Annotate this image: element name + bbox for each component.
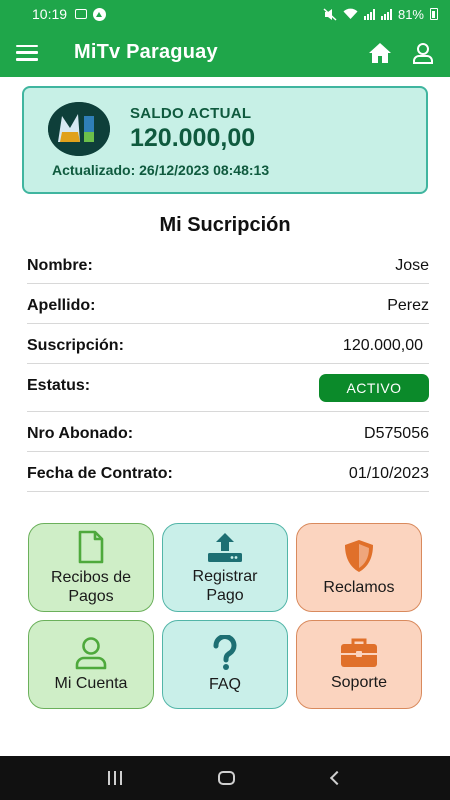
upload-icon: [208, 532, 242, 562]
app-bar: MiTv Paraguay: [0, 28, 450, 77]
shield-icon: [345, 540, 373, 572]
updated-timestamp: Actualizado: 26/12/2023 08:48:13: [52, 162, 270, 178]
mitv-logo: [48, 102, 110, 156]
status-bar: 10:19 81%: [0, 0, 450, 28]
balance-card: SALDO ACTUAL 120.000,00 Actualizado: 26/…: [22, 86, 428, 194]
question-icon: [213, 635, 237, 670]
recents-icon[interactable]: [108, 771, 123, 785]
tile-label: Registrar Pago: [192, 567, 258, 604]
briefcase-icon: [341, 638, 377, 667]
faq-button[interactable]: FAQ: [162, 620, 288, 709]
detail-label: Apellido:: [27, 297, 96, 314]
registrar-pago-button[interactable]: Registrar Pago: [162, 523, 288, 612]
tile-label: Mi Cuenta: [54, 675, 128, 692]
profile-icon[interactable]: [412, 42, 434, 64]
detail-label: Nro Abonado:: [27, 425, 134, 442]
app-screen: 10:19 81% MiTv Paraguay SALDO ACTUAL 120…: [0, 0, 450, 800]
status-time: 10:19: [32, 6, 68, 22]
detail-row-suscripcion: Suscripción: 120.000,00: [27, 324, 429, 364]
detail-value: 120.000,00: [342, 337, 423, 354]
detail-row-nro-abonado: Nro Abonado: D575056: [27, 412, 429, 452]
home-nav-icon[interactable]: [218, 771, 236, 785]
status-badge: ACTIVO: [319, 374, 429, 402]
signal-icon-2: [380, 8, 392, 20]
detail-label: Nombre:: [27, 257, 93, 274]
detail-row-fecha-contrato: Fecha de Contrato: 01/10/2023: [27, 452, 429, 492]
gallery-icon: [75, 9, 88, 19]
tile-label: Recibos de Pagos: [50, 568, 132, 605]
detail-value: D575056: [364, 425, 429, 442]
detail-label: Estatus:: [27, 377, 91, 394]
soporte-button[interactable]: Soporte: [296, 620, 422, 709]
subscription-details: Nombre: Jose Apellido: Perez Suscripción…: [27, 244, 429, 492]
detail-row-nombre: Nombre: Jose: [27, 244, 429, 284]
balance-label: SALDO ACTUAL: [130, 105, 252, 122]
document-icon: [78, 530, 104, 563]
tile-label: FAQ: [208, 676, 241, 693]
wifi-icon: [343, 8, 358, 19]
signal-icon: [363, 8, 375, 20]
recibos-de-pagos-button[interactable]: Recibos de Pagos: [28, 523, 154, 612]
tile-label: Reclamos: [323, 579, 395, 596]
system-nav-bar: [0, 756, 450, 800]
app-notification-icon: [93, 7, 107, 21]
mute-icon: [323, 7, 337, 21]
detail-row-estatus: Estatus: ACTIVO: [27, 364, 429, 412]
reclamos-button[interactable]: Reclamos: [296, 523, 422, 612]
detail-row-apellido: Apellido: Perez: [27, 284, 429, 324]
detail-label: Fecha de Contrato:: [27, 465, 173, 482]
home-icon[interactable]: [368, 42, 392, 64]
menu-icon[interactable]: [16, 44, 38, 61]
detail-value: Perez: [387, 297, 429, 314]
app-title: MiTv Paraguay: [74, 41, 218, 63]
tile-label: Soporte: [330, 674, 388, 691]
detail-label: Suscripción:: [27, 337, 124, 354]
back-icon[interactable]: [329, 770, 344, 786]
detail-value: Jose: [395, 257, 429, 274]
battery-percent: 81%: [397, 6, 424, 22]
battery-icon: [430, 8, 438, 20]
mi-cuenta-button[interactable]: Mi Cuenta: [28, 620, 154, 709]
detail-value: 01/10/2023: [348, 465, 429, 482]
balance-amount: 120.000,00: [130, 124, 256, 152]
user-icon: [75, 637, 107, 670]
subscription-title: Mi Sucripción: [159, 214, 291, 236]
